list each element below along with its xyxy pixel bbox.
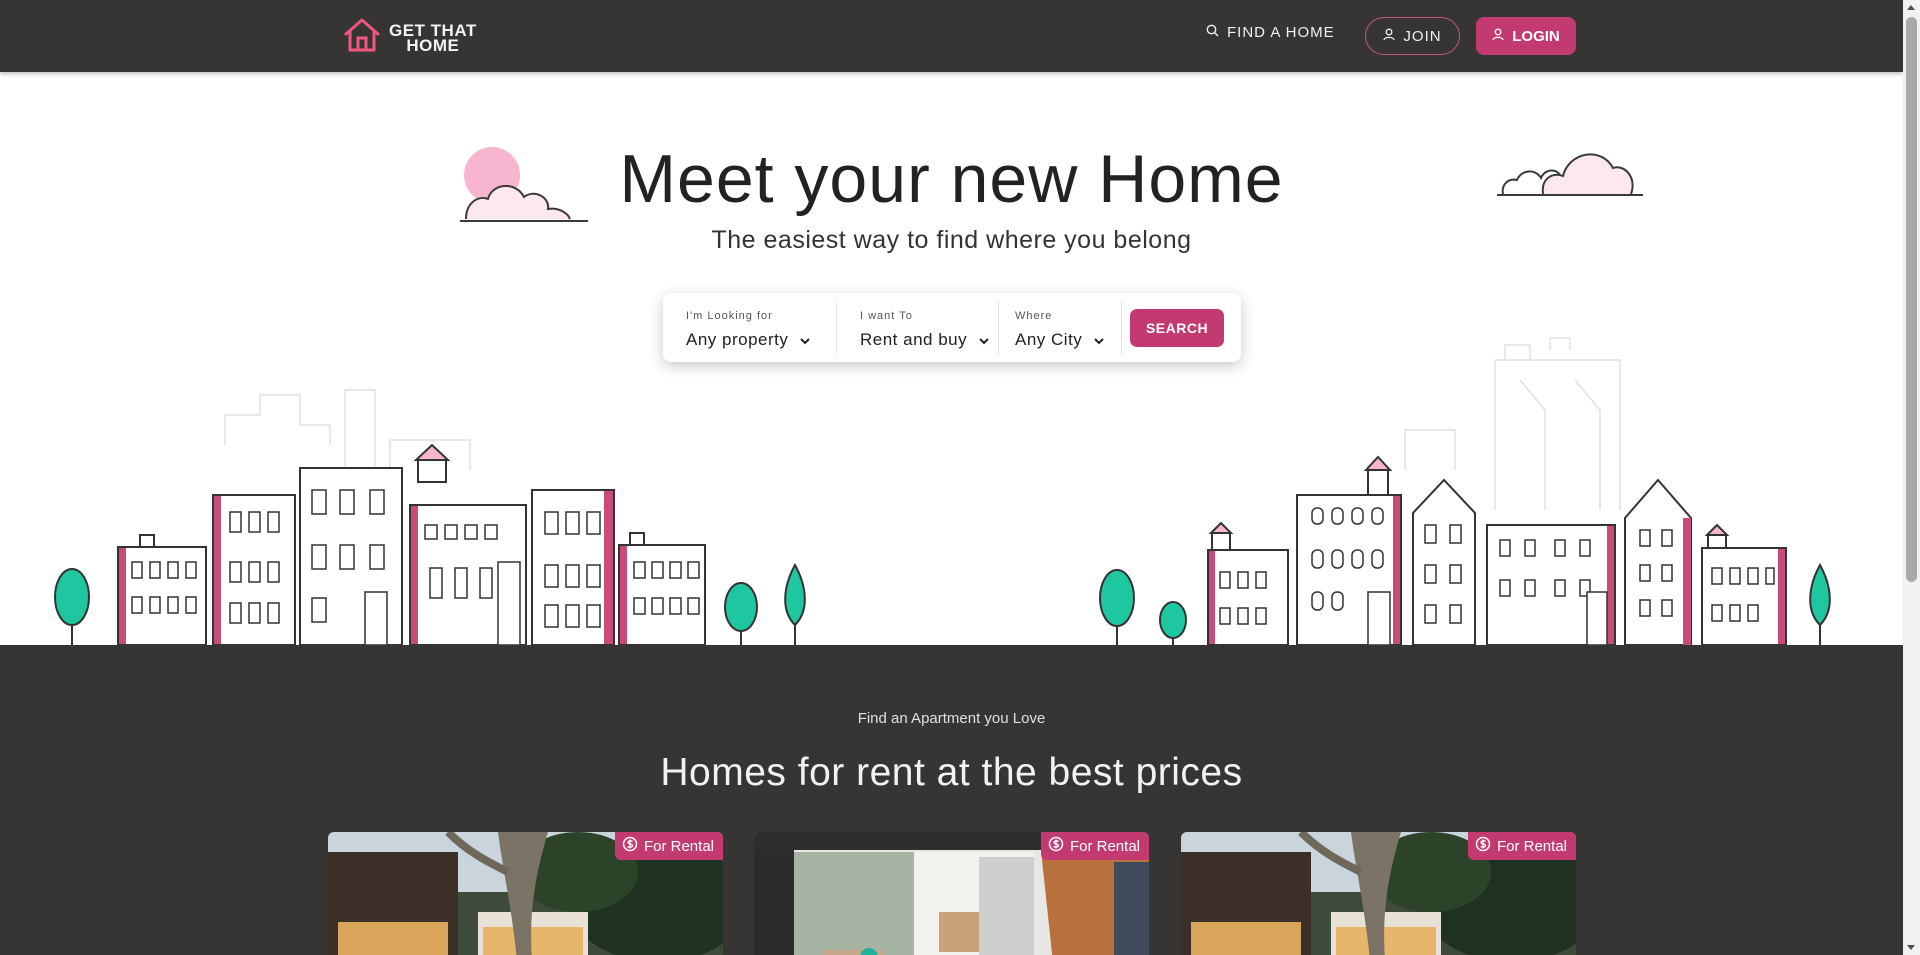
- user-icon: [1492, 28, 1505, 45]
- login-button[interactable]: LOGIN: [1476, 17, 1576, 55]
- scroll-down-arrow-icon[interactable]: [1907, 945, 1915, 950]
- login-label: LOGIN: [1512, 27, 1560, 45]
- home-logo-icon: [343, 17, 381, 58]
- listings-section: Find an Apartment you Love Homes for ren…: [0, 645, 1903, 955]
- for-rental-badge: For Rental: [614, 832, 723, 860]
- money-icon: [1475, 836, 1491, 856]
- scrollbar-thumb[interactable]: [1906, 17, 1917, 582]
- logo-text: GET THAT HOME: [389, 20, 477, 55]
- operation-type-value[interactable]: Rent and buy: [860, 330, 989, 350]
- listings-title: Homes for rent at the best prices: [660, 751, 1243, 794]
- city-label: Where: [1015, 309, 1053, 322]
- listings-eyebrow: Find an Apartment you Love: [857, 710, 1046, 727]
- money-icon: [622, 836, 638, 856]
- hero-subtitle: The easiest way to find where you belong: [711, 226, 1192, 254]
- scroll-up-arrow-icon[interactable]: [1907, 5, 1915, 10]
- logo[interactable]: GET THAT HOME: [343, 17, 477, 58]
- property-card[interactable]: For Rental: [328, 832, 723, 955]
- for-rental-badge: For Rental: [1040, 832, 1149, 860]
- find-home-label: FIND A HOME: [1227, 24, 1335, 41]
- city-value[interactable]: Any City: [1015, 330, 1109, 350]
- search-icon: [1206, 24, 1219, 41]
- page-scrollbar[interactable]: [1903, 0, 1920, 955]
- chevron-down-icon: [979, 330, 989, 350]
- search-panel: I'm Looking for Any property I want To R…: [663, 293, 1241, 362]
- chevron-down-icon: [1094, 330, 1105, 350]
- operation-type-label: I want To: [860, 309, 913, 322]
- money-icon: [1048, 836, 1064, 856]
- city-select[interactable]: Where Any City: [999, 301, 1122, 354]
- join-label: JOIN: [1403, 27, 1442, 45]
- chevron-down-icon: [800, 330, 811, 350]
- top-navbar: GET THAT HOME FIND A HOME JOIN LOGIN: [0, 0, 1903, 72]
- user-plus-icon: [1383, 28, 1396, 45]
- hero-title: Meet your new Home: [619, 141, 1284, 217]
- property-type-select[interactable]: I'm Looking for Any property: [663, 301, 837, 354]
- join-button[interactable]: JOIN: [1365, 17, 1460, 55]
- property-type-value[interactable]: Any property: [686, 330, 812, 350]
- property-card[interactable]: For Rental: [754, 832, 1149, 955]
- operation-type-select[interactable]: I want To Rent and buy: [837, 301, 999, 354]
- property-type-label: I'm Looking for: [686, 309, 773, 322]
- for-rental-badge: For Rental: [1467, 832, 1576, 860]
- property-card[interactable]: For Rental: [1181, 832, 1576, 955]
- find-home-link[interactable]: FIND A HOME: [1206, 24, 1335, 41]
- search-button[interactable]: SEARCH: [1130, 308, 1224, 347]
